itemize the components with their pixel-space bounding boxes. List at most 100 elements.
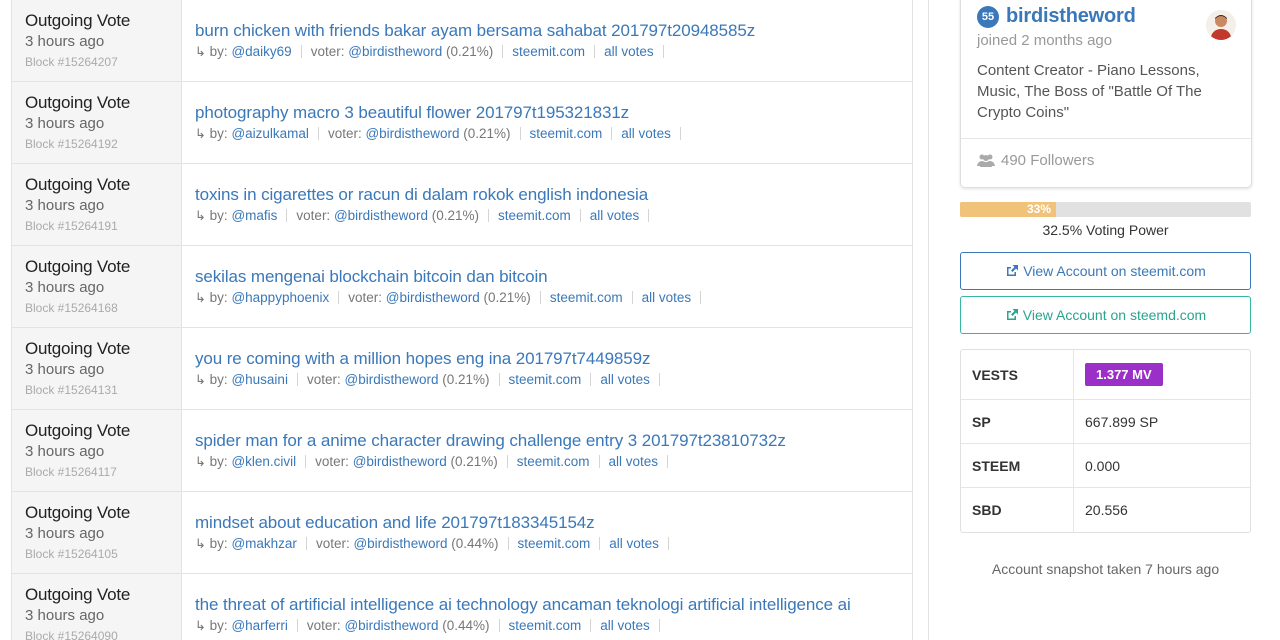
divider — [667, 455, 669, 468]
voter-label: voter: — [296, 208, 331, 223]
author-link[interactable]: @mafis — [231, 208, 277, 223]
vote-percent: (0.21%) — [450, 454, 498, 469]
author-link[interactable]: @makhzar — [231, 536, 296, 551]
divider — [519, 127, 521, 140]
voter-link[interactable]: @birdistheword — [344, 372, 438, 387]
steemit-link[interactable]: steemit.com — [509, 618, 582, 633]
user-avatar[interactable] — [1206, 10, 1236, 40]
vote-row: Outgoing Vote 3 hours ago Block #1526416… — [12, 246, 912, 328]
stats-row-vests: VESTS 1.377 MV — [961, 350, 1250, 400]
voter-link[interactable]: @birdistheword — [348, 44, 442, 59]
stats-value-cell: 0.000 — [1074, 444, 1250, 487]
vote-meta: Outgoing Vote 3 hours ago Block #1526409… — [12, 574, 182, 640]
users-icon — [977, 153, 995, 171]
steemit-link[interactable]: steemit.com — [517, 454, 590, 469]
all-votes-link[interactable]: all votes — [621, 126, 671, 141]
steemit-link[interactable]: steemit.com — [498, 208, 571, 223]
operation-time: 3 hours ago — [25, 279, 105, 296]
post-title-link[interactable]: photography macro 3 beautiful flower 201… — [195, 102, 912, 124]
block-number[interactable]: Block #15264117 — [25, 464, 181, 480]
voter-link[interactable]: @birdistheword — [386, 290, 480, 305]
all-votes-link[interactable]: all votes — [609, 536, 659, 551]
voter-link[interactable]: @birdistheword — [353, 536, 447, 551]
post-title-link[interactable]: sekilas mengenai blockchain bitcoin dan … — [195, 266, 912, 288]
divider — [648, 209, 650, 222]
vote-percent: (0.44%) — [451, 536, 499, 551]
block-number[interactable]: Block #15264168 — [25, 300, 181, 316]
author-link[interactable]: @daiky69 — [231, 44, 291, 59]
profile-bio: Content Creator - Piano Lessons, Music, … — [977, 62, 1202, 121]
post-title-link[interactable]: mindset about education and life 201797t… — [195, 512, 912, 534]
divider — [286, 209, 288, 222]
profile-username-link[interactable]: birdistheword — [1006, 5, 1136, 28]
author-link[interactable]: @harferri — [231, 618, 287, 633]
author-link[interactable]: @aizulkamal — [231, 126, 308, 141]
post-meta: ↳ by: @daiky69 voter: @birdistheword (0.2… — [195, 43, 912, 61]
view-on-steemd-button[interactable]: View Account on steemd.com — [960, 296, 1251, 334]
all-votes-link[interactable]: all votes — [600, 372, 650, 387]
vote-content: spider man for a anime character drawing… — [182, 410, 912, 491]
divider — [507, 537, 509, 550]
steemit-link[interactable]: steemit.com — [509, 372, 582, 387]
voter-link[interactable]: @birdistheword — [353, 454, 447, 469]
author-label: by: — [209, 454, 228, 469]
author-label: by: — [209, 126, 228, 141]
divider — [679, 127, 681, 140]
author-link[interactable]: @happyphoenix — [231, 290, 329, 305]
all-votes-link[interactable]: all votes — [604, 44, 654, 59]
voter-label: voter: — [348, 290, 382, 305]
all-votes-link[interactable]: all votes — [642, 290, 692, 305]
snapshot-note: Account snapshot taken 7 hours ago — [991, 561, 1220, 577]
steemit-link[interactable]: steemit.com — [550, 290, 623, 305]
post-title-link[interactable]: the threat of artificial intelligence ai… — [195, 594, 912, 616]
author-link[interactable]: @husaini — [231, 372, 288, 387]
post-title-link[interactable]: spider man for a anime character drawing… — [195, 430, 912, 452]
vote-activity-list: Outgoing Vote 3 hours ago Block #1526420… — [11, 0, 913, 640]
voter-link[interactable]: @birdistheword — [344, 618, 438, 633]
reply-arrow-icon: ↳ — [195, 44, 206, 59]
reputation-badge: 55 — [977, 6, 999, 28]
all-votes-link[interactable]: all votes — [609, 454, 659, 469]
block-number[interactable]: Block #15264090 — [25, 628, 181, 640]
vote-percent: (0.44%) — [442, 618, 490, 633]
steemit-link[interactable]: steemit.com — [530, 126, 603, 141]
divider — [599, 537, 601, 550]
block-number[interactable]: Block #15264105 — [25, 546, 181, 562]
joined-date: joined 2 months ago — [977, 32, 1113, 49]
reply-arrow-icon: ↳ — [195, 618, 206, 633]
followers-count[interactable]: 490 Followers — [977, 152, 1094, 171]
author-link[interactable]: @klen.civil — [231, 454, 296, 469]
voter-link[interactable]: @birdistheword — [365, 126, 459, 141]
operation-time: 3 hours ago — [25, 115, 105, 132]
vote-row: Outgoing Vote 3 hours ago Block #1526411… — [12, 410, 912, 492]
view-on-steemit-button[interactable]: View Account on steemit.com — [960, 252, 1251, 290]
vote-meta: Outgoing Vote 3 hours ago Block #1526416… — [12, 246, 182, 327]
vote-meta: Outgoing Vote 3 hours ago Block #1526413… — [12, 328, 182, 409]
post-title-link[interactable]: toxins in cigarettes or racun di dalam r… — [195, 184, 912, 206]
stats-value-cell: 667.899 SP — [1074, 400, 1250, 443]
voter-label: voter: — [306, 372, 341, 387]
operation-time: 3 hours ago — [25, 525, 105, 542]
stats-row-sbd: SBD 20.556 — [961, 488, 1250, 532]
all-votes-link[interactable]: all votes — [600, 618, 650, 633]
voter-label: voter: — [306, 618, 341, 633]
divider — [667, 537, 669, 550]
divider — [506, 455, 508, 468]
vote-row: Outgoing Vote 3 hours ago Block #1526410… — [12, 492, 912, 574]
reply-arrow-icon: ↳ — [195, 454, 206, 469]
block-number[interactable]: Block #15264131 — [25, 382, 181, 398]
block-number[interactable]: Block #15264192 — [25, 136, 181, 152]
vote-percent: (0.21%) — [431, 208, 479, 223]
account-stats-table: VESTS 1.377 MV SP 667.899 SP STEEM 0.000 SB… — [960, 349, 1251, 533]
author-label: by: — [209, 290, 228, 305]
voter-link[interactable]: @birdistheword — [334, 208, 428, 223]
steemit-link[interactable]: steemit.com — [512, 44, 585, 59]
operation-time: 3 hours ago — [25, 33, 105, 50]
steemit-link[interactable]: steemit.com — [518, 536, 591, 551]
block-number[interactable]: Block #15264191 — [25, 218, 181, 234]
operation-type: Outgoing Vote — [25, 257, 131, 276]
all-votes-link[interactable]: all votes — [590, 208, 640, 223]
post-title-link[interactable]: you re coming with a million hopes eng i… — [195, 348, 912, 370]
block-number[interactable]: Block #15264207 — [25, 54, 181, 70]
post-title-link[interactable]: burn chicken with friends bakar ayam ber… — [195, 20, 912, 42]
